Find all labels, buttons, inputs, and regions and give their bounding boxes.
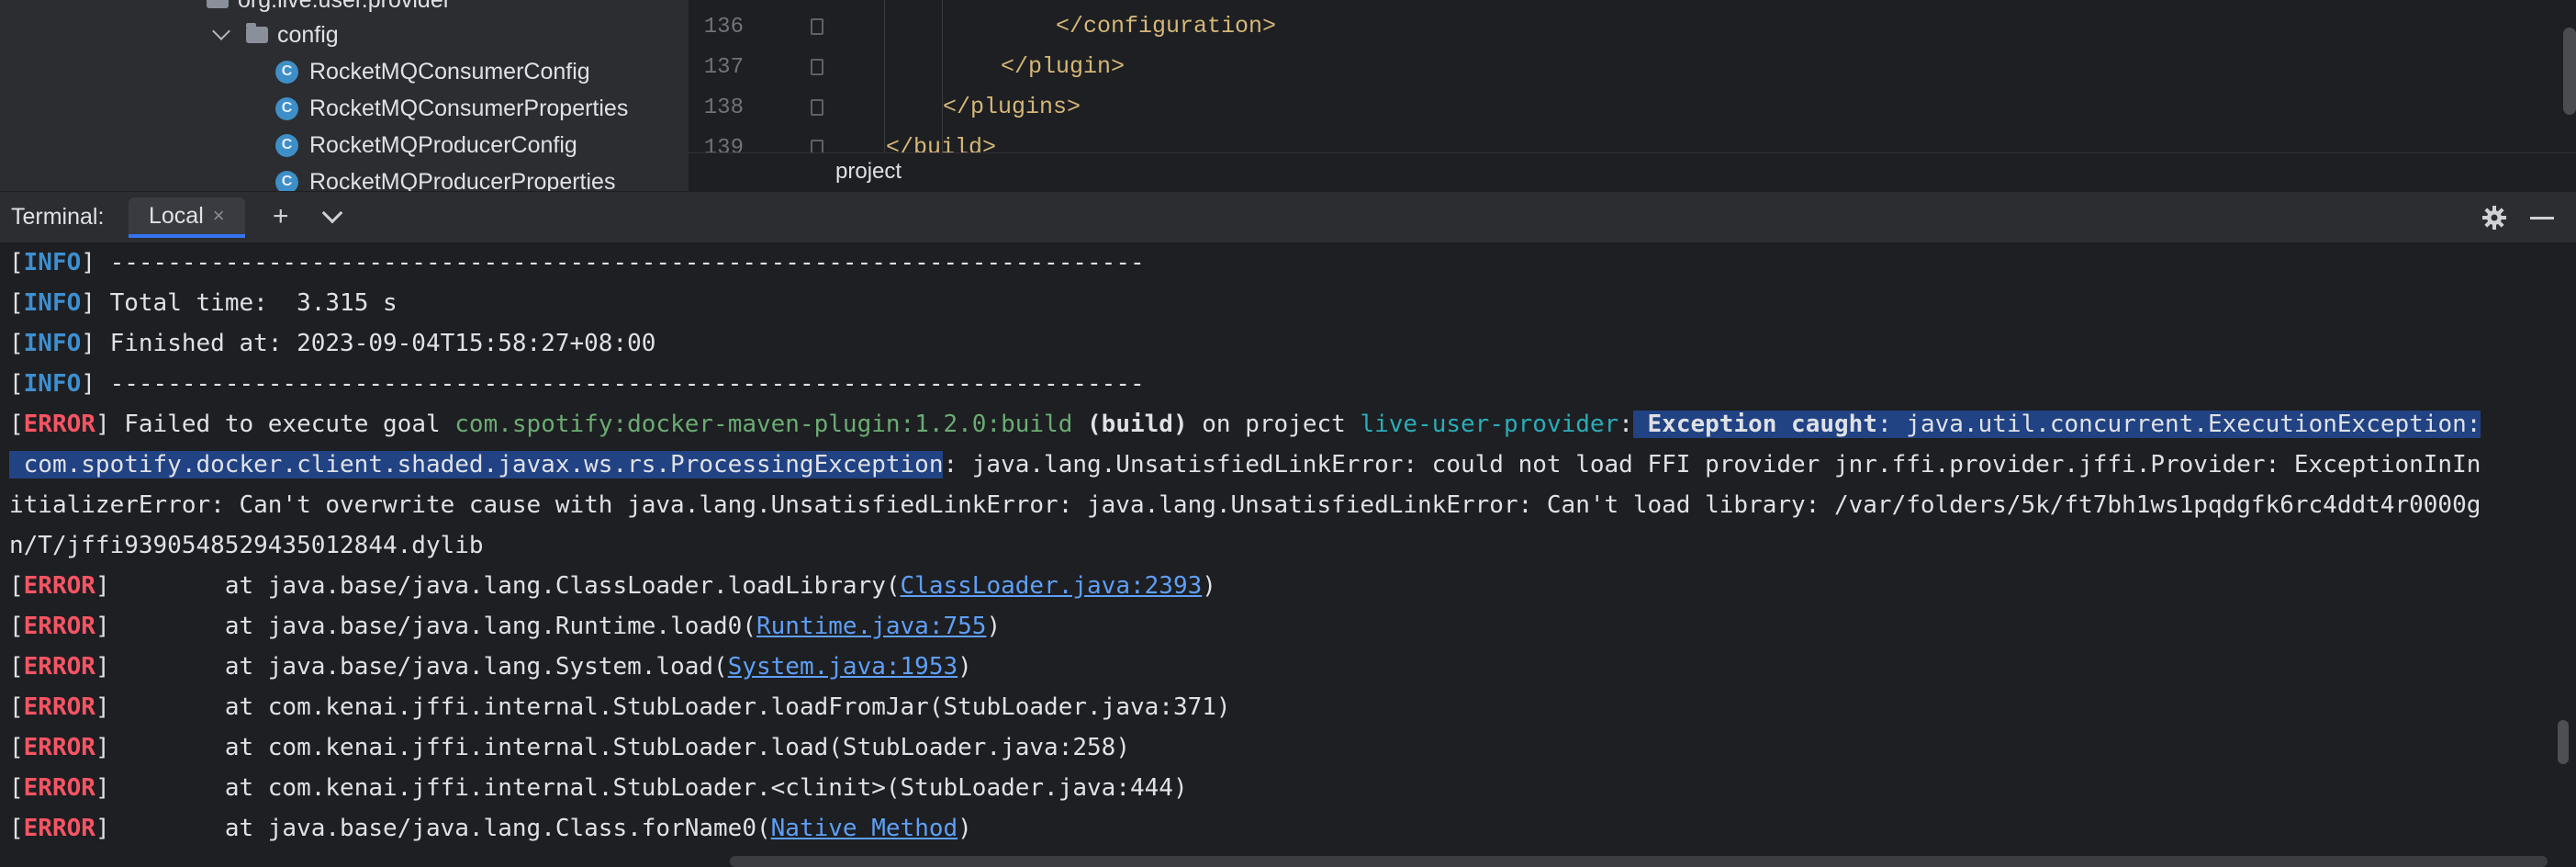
fold-icon[interactable] (811, 59, 823, 75)
terminal-line: n/T/jffi9390548529435012844.dylib (9, 532, 484, 559)
terminal-line: [ERROR] at java.base/java.lang.Runtime.l… (9, 613, 1002, 640)
terminal-line: com.spotify.docker.client.shaded.javax.w… (9, 451, 2481, 479)
code-line[interactable]: </plugins> (943, 94, 1081, 120)
class-icon: C (275, 96, 298, 120)
terminal-line: [INFO] Total time: 3.315 s (9, 289, 398, 317)
terminal-line: [ERROR] at com.kenai.jffi.internal.StubL… (9, 693, 1231, 721)
terminal-line: [ERROR] at java.base/java.lang.System.lo… (9, 653, 972, 681)
selected-text: : java.util.concurrent.ExecutionExceptio… (1876, 411, 2481, 438)
tab-local[interactable]: Local × (129, 197, 245, 238)
indent-guide (884, 0, 885, 152)
terminal-line: [INFO] Finished at: 2023-09-04T15:58:27+… (9, 330, 656, 357)
terminal-line: [ERROR] Failed to execute goal com.spoti… (9, 411, 2481, 438)
breadcrumb: project (689, 152, 2576, 191)
source-link[interactable]: Runtime.java:755 (756, 613, 986, 640)
source-link[interactable]: Native Method (771, 815, 958, 842)
tree-item-label: RocketMQConsumerProperties (309, 95, 629, 121)
tree-item-file[interactable]: C RocketMQConsumerProperties (275, 90, 628, 127)
chevron-down-icon[interactable] (212, 22, 230, 40)
terminal-line: [ERROR] at com.kenai.jffi.internal.StubL… (9, 774, 1188, 802)
project-tree[interactable]: org.live.user.provider config C RocketMQ… (0, 0, 689, 191)
tree-item-file[interactable]: C RocketMQConsumerConfig (275, 53, 590, 90)
tree-item-package[interactable]: org.live.user.provider (207, 0, 451, 18)
folder-icon (246, 23, 268, 43)
terminal-line: [ERROR] at java.base/java.lang.ClassLoad… (9, 572, 1216, 600)
editor-scrollbar[interactable] (2563, 28, 2576, 115)
tree-item-config-folder[interactable]: config (209, 17, 339, 53)
class-icon: C (275, 133, 298, 157)
selected-text: com.spotify.docker.client.shaded.javax.w… (9, 451, 944, 479)
line-number: 137 (703, 55, 744, 80)
tree-item-label: org.live.user.provider (238, 0, 451, 14)
chevron-down-icon[interactable] (321, 202, 343, 224)
gear-icon[interactable] (2481, 205, 2507, 231)
tree-item-label: RocketMQProducerConfig (309, 131, 577, 158)
terminal-horizontal-scrollbar[interactable] (730, 856, 2548, 867)
code-line[interactable]: </plugin> (1001, 53, 1125, 80)
tree-item-label: config (277, 21, 339, 48)
terminal-line: [ERROR] at java.base/java.lang.Class.for… (9, 815, 972, 842)
add-tab-button[interactable]: + (273, 203, 289, 231)
terminal-line: [INFO] ---------------------------------… (9, 370, 1145, 398)
tree-item-label: RocketMQConsumerConfig (309, 58, 590, 84)
fold-icon[interactable] (811, 99, 823, 116)
indent-guide (942, 0, 943, 152)
terminal-output[interactable]: [INFO] ---------------------------------… (0, 242, 2576, 867)
minimize-icon[interactable] (2530, 217, 2554, 220)
top-area: org.live.user.provider config C RocketMQ… (0, 0, 2576, 191)
source-link[interactable]: System.java:1953 (728, 653, 958, 681)
code-line[interactable]: </configuration> (1056, 13, 1276, 39)
package-icon (207, 0, 229, 8)
terminal-line: itializerError: Can't overwrite cause wi… (9, 491, 2481, 519)
terminal-line: [INFO] ---------------------------------… (9, 249, 1145, 276)
breadcrumb-item[interactable]: project (835, 159, 902, 185)
tree-item-file[interactable]: C RocketMQProducerConfig (275, 127, 577, 163)
terminal-scrollbar[interactable] (2558, 720, 2569, 764)
tree-item-label: RocketMQProducerProperties (309, 168, 616, 192)
class-icon: C (275, 170, 298, 191)
tree-item-file[interactable]: C RocketMQProducerProperties (275, 163, 615, 191)
tab-label: Local (149, 202, 204, 229)
line-number: 138 (703, 96, 744, 120)
fold-icon[interactable] (811, 18, 823, 35)
selected-text: Exception caught (1632, 411, 1877, 438)
line-number: 136 (703, 15, 744, 39)
source-link[interactable]: ClassLoader.java:2393 (901, 572, 1203, 600)
close-icon[interactable]: × (213, 204, 225, 228)
terminal-header: Terminal: Local × + (0, 191, 2576, 243)
code-editor[interactable]: 136 </configuration> 137 </plugin> 138 <… (689, 0, 2576, 191)
terminal-line: [ERROR] at com.kenai.jffi.internal.StubL… (9, 734, 1130, 761)
terminal-title: Terminal: (11, 204, 105, 230)
class-icon: C (275, 60, 298, 84)
